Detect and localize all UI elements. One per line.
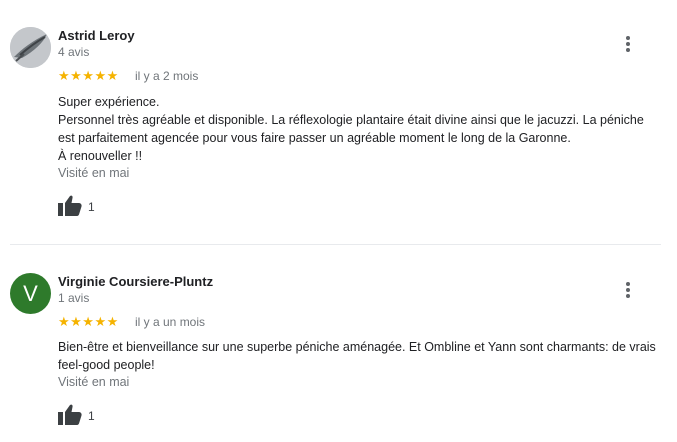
more-options-button[interactable]: [618, 33, 638, 55]
star-rating: ★★★★★: [58, 68, 119, 83]
more-options-button[interactable]: [618, 279, 638, 301]
more-vert-dot: [626, 48, 630, 52]
review-date: il y a un mois: [135, 315, 206, 329]
more-vert-dot: [626, 42, 630, 46]
thumbs-up-icon[interactable]: [58, 195, 82, 217]
more-vert-icon: [626, 36, 630, 40]
visit-date: Visité en mai: [58, 166, 130, 180]
reviewer-avatar[interactable]: V: [10, 273, 51, 314]
review-card: Astrid Leroy 4 avis ★★★★★ il y a 2 mois …: [0, 0, 677, 244]
avatar-photo-image: [10, 27, 51, 68]
review-text: Bien-être et bienveillance sur une super…: [58, 340, 656, 372]
reviewer-review-count: 4 avis: [58, 45, 90, 59]
star-rating: ★★★★★: [58, 314, 119, 329]
more-vert-icon: [626, 282, 630, 286]
review-date: il y a 2 mois: [135, 69, 199, 83]
reviewer-review-count: 1 avis: [58, 291, 90, 305]
reviewer-avatar[interactable]: [10, 27, 51, 68]
more-vert-dot: [626, 294, 630, 298]
like-count: 1: [88, 200, 95, 214]
visit-date: Visité en mai: [58, 375, 130, 389]
review-text: Super expérience. Personnel très agréabl…: [58, 95, 644, 163]
thumbs-up-icon[interactable]: [58, 404, 82, 426]
like-count: 1: [88, 409, 95, 423]
reviewer-name[interactable]: Virginie Coursiere-Pluntz: [58, 274, 213, 289]
more-vert-dot: [626, 288, 630, 292]
review-card: V Virginie Coursiere-Pluntz 1 avis ★★★★★…: [0, 245, 677, 442]
reviewer-name[interactable]: Astrid Leroy: [58, 28, 135, 43]
